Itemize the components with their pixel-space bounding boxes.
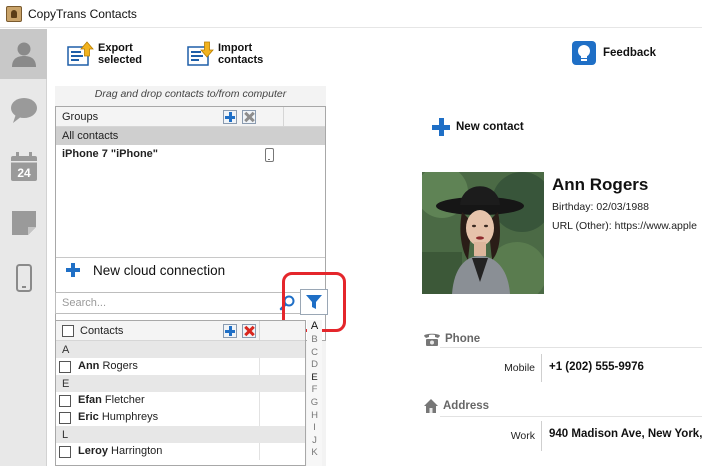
import-contacts-button[interactable]: Import contacts (186, 40, 263, 68)
section-header: L (56, 426, 305, 443)
phone-type-label: Mobile (504, 362, 535, 374)
calendar-day-label: 24 (17, 166, 31, 180)
sidebar-item-contacts[interactable] (0, 29, 47, 79)
section-header: A (56, 341, 305, 358)
contact-checkbox[interactable] (59, 361, 71, 373)
contact-name: Leroy Harrington (78, 445, 163, 457)
alphabet-index: ABCDEFGHIJK (307, 320, 322, 466)
contact-row[interactable]: Efan Fletcher (56, 392, 305, 409)
add-contact-button[interactable] (223, 324, 237, 338)
contact-name: Eric Humphreys (78, 411, 159, 423)
contact-name: Efan Fletcher (78, 394, 145, 406)
chat-bubble-icon (10, 98, 37, 123)
title-bar: CopyTrans Contacts (0, 0, 702, 28)
contacts-header-label: Contacts (80, 325, 124, 337)
new-cloud-connection-label: New cloud connection (93, 263, 226, 278)
device-phone-icon (265, 148, 274, 162)
telephone-icon (424, 333, 440, 346)
contact-checkbox[interactable] (59, 446, 71, 458)
alphabet-letter-k[interactable]: K (307, 447, 322, 458)
calendar-icon: 24 (10, 152, 37, 181)
sidebar-item-messages[interactable] (0, 85, 47, 135)
import-icon (187, 41, 214, 66)
alphabet-letter-j[interactable]: J (307, 435, 322, 446)
alphabet-letter-e[interactable]: E (307, 372, 322, 383)
sidebar-item-calendar[interactable]: 24 (0, 142, 47, 192)
sidebar-item-device[interactable] (0, 253, 47, 303)
contact-full-name: Ann Rogers (552, 175, 649, 194)
alphabet-letter-b[interactable]: B (307, 334, 322, 345)
contact-photo (422, 172, 544, 294)
delete-contact-button[interactable] (242, 324, 256, 338)
contact-portrait-image (422, 172, 544, 294)
feedback-label: Feedback (603, 47, 657, 59)
delete-group-button[interactable] (242, 110, 256, 124)
app-logo-icon (6, 6, 22, 22)
alphabet-letter-f[interactable]: F (307, 384, 322, 395)
export-selected-button[interactable]: Export selected (66, 40, 142, 68)
search-input[interactable] (55, 292, 303, 314)
contact-checkbox[interactable] (59, 412, 71, 424)
phone-icon (15, 264, 32, 292)
sidebar: 24 (0, 29, 47, 466)
plus-icon (432, 118, 450, 136)
groups-header: Groups (56, 107, 325, 127)
alphabet-letter-h[interactable]: H (307, 410, 322, 421)
contact-row[interactable]: Eric Humphreys (56, 409, 305, 426)
contact-row[interactable]: Leroy Harrington (56, 443, 305, 460)
address-type-label: Work (510, 430, 535, 442)
import-contacts-label: Import contacts (218, 42, 264, 66)
address-value[interactable]: 940 Madison Ave, New York, (549, 428, 702, 440)
note-icon (11, 211, 36, 235)
plus-icon (66, 263, 80, 277)
alphabet-letter-d[interactable]: D (307, 359, 322, 370)
alphabet-letter-c[interactable]: C (307, 347, 322, 358)
alphabet-letter-a[interactable]: A (307, 320, 322, 332)
lightbulb-icon (572, 41, 596, 65)
left-panel: Drag and drop contacts to/from computer … (55, 86, 346, 466)
group-label: All contacts (62, 130, 119, 142)
sidebar-item-notes[interactable] (0, 198, 47, 248)
contacts-list: Contacts A Ann Rogers E Efan Fletcher Er… (55, 320, 306, 466)
person-icon (11, 42, 36, 67)
address-section-title: Address (443, 400, 490, 412)
contact-url[interactable]: URL (Other): https://www.apple (552, 220, 697, 232)
alphabet-letter-i[interactable]: I (307, 422, 322, 433)
group-row-iphone[interactable]: iPhone 7 "iPhone" (56, 145, 325, 163)
window-title: CopyTrans Contacts (28, 7, 137, 21)
contact-name: Ann Rogers (78, 360, 138, 372)
drag-drop-hint: Drag and drop contacts to/from computer (94, 88, 287, 100)
address-section-header: Address (423, 398, 489, 414)
house-icon (424, 399, 438, 413)
contact-checkbox[interactable] (59, 395, 71, 407)
export-selected-label: Export selected (98, 42, 143, 66)
phone-section-title: Phone (445, 333, 481, 345)
select-all-checkbox[interactable] (62, 325, 74, 337)
alphabet-letter-g[interactable]: G (307, 397, 322, 408)
add-group-button[interactable] (223, 110, 237, 124)
new-contact-label: New contact (456, 121, 524, 133)
contact-birthday: Birthday: 02/03/1988 (552, 201, 649, 213)
phone-section-header: Phone (423, 331, 480, 347)
feedback-button[interactable]: Feedback (571, 40, 656, 66)
export-icon (67, 41, 94, 66)
phone-number-value[interactable]: +1 (202) 555-9976 (549, 361, 644, 373)
new-contact-button[interactable]: New contact (432, 118, 524, 136)
contact-row[interactable]: Ann Rogers (56, 358, 305, 375)
section-header: E (56, 375, 305, 392)
group-label: iPhone 7 "iPhone" (62, 148, 158, 160)
groups-header-label: Groups (62, 111, 99, 123)
group-row-all-contacts[interactable]: All contacts (56, 127, 325, 145)
contacts-header: Contacts (56, 321, 305, 341)
